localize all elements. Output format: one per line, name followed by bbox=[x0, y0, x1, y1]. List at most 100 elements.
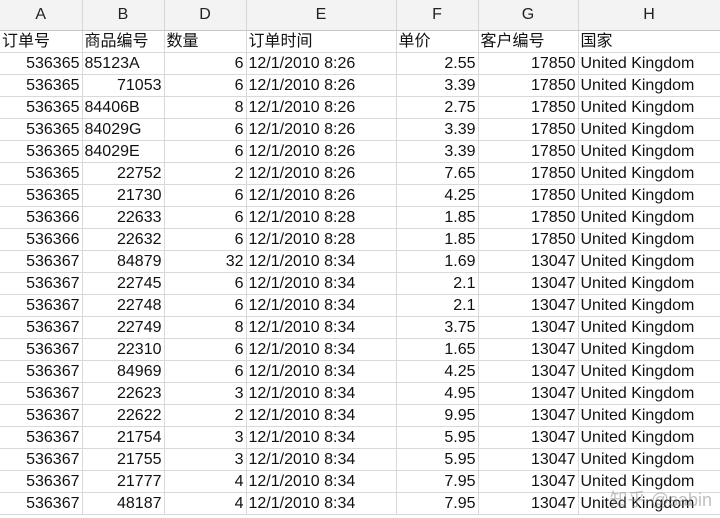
cell-order-time[interactable]: 12/1/2010 8:34 bbox=[246, 272, 397, 295]
cell-unit-price[interactable]: 4.25 bbox=[396, 360, 479, 383]
cell-order-time[interactable]: 12/1/2010 8:26 bbox=[246, 184, 397, 207]
cell-unit-price[interactable]: 7.95 bbox=[396, 470, 479, 493]
cell-order-id[interactable]: 536365 bbox=[0, 52, 83, 75]
cell-product-code[interactable]: 21777 bbox=[82, 470, 165, 493]
cell-order-time[interactable]: 12/1/2010 8:34 bbox=[246, 426, 397, 449]
cell-product-code[interactable]: 22310 bbox=[82, 338, 165, 361]
cell-order-time[interactable]: 12/1/2010 8:34 bbox=[246, 360, 397, 383]
cell-customer-id[interactable]: 13047 bbox=[478, 338, 579, 361]
cell-order-time[interactable]: 12/1/2010 8:26 bbox=[246, 140, 397, 163]
cell-unit-price[interactable]: 2.55 bbox=[396, 52, 479, 75]
cell-customer-id[interactable]: 13047 bbox=[478, 272, 579, 295]
cell-unit-price[interactable]: 1.65 bbox=[396, 338, 479, 361]
cell-order-time[interactable]: 12/1/2010 8:26 bbox=[246, 96, 397, 119]
cell-product-code[interactable]: 84029G bbox=[82, 118, 165, 141]
cell-quantity[interactable]: 数量 bbox=[164, 30, 247, 53]
cell-country[interactable]: United Kingdom bbox=[578, 184, 720, 207]
cell-product-code[interactable]: 22748 bbox=[82, 294, 165, 317]
cell-order-id[interactable]: 536366 bbox=[0, 228, 83, 251]
cell-quantity[interactable]: 8 bbox=[164, 96, 247, 119]
cell-customer-id[interactable]: 17850 bbox=[478, 52, 579, 75]
cell-unit-price[interactable]: 3.39 bbox=[396, 74, 479, 97]
cell-order-time[interactable]: 12/1/2010 8:34 bbox=[246, 470, 397, 493]
cell-order-id[interactable]: 536367 bbox=[0, 492, 83, 515]
cell-unit-price[interactable]: 2.1 bbox=[396, 294, 479, 317]
cell-customer-id[interactable]: 17850 bbox=[478, 118, 579, 141]
cell-order-time[interactable]: 12/1/2010 8:26 bbox=[246, 52, 397, 75]
cell-order-id[interactable]: 536367 bbox=[0, 338, 83, 361]
cell-quantity[interactable]: 6 bbox=[164, 52, 247, 75]
cell-order-id[interactable]: 536367 bbox=[0, 404, 83, 427]
column-header-b[interactable]: B bbox=[82, 0, 165, 31]
cell-order-id[interactable]: 536365 bbox=[0, 74, 83, 97]
cell-customer-id[interactable]: 13047 bbox=[478, 470, 579, 493]
cell-quantity[interactable]: 2 bbox=[164, 162, 247, 185]
cell-country[interactable]: United Kingdom bbox=[578, 294, 720, 317]
cell-product-code[interactable]: 商品编号 bbox=[82, 30, 165, 53]
cell-order-time[interactable]: 12/1/2010 8:26 bbox=[246, 162, 397, 185]
cell-quantity[interactable]: 4 bbox=[164, 470, 247, 493]
cell-order-id[interactable]: 536367 bbox=[0, 382, 83, 405]
cell-order-id[interactable]: 536365 bbox=[0, 162, 83, 185]
column-header-d[interactable]: D bbox=[164, 0, 247, 31]
cell-order-time[interactable]: 12/1/2010 8:26 bbox=[246, 74, 397, 97]
cell-country[interactable]: United Kingdom bbox=[578, 250, 720, 273]
cell-unit-price[interactable]: 2.1 bbox=[396, 272, 479, 295]
cell-country[interactable]: United Kingdom bbox=[578, 118, 720, 141]
column-header-e[interactable]: E bbox=[246, 0, 397, 31]
cell-unit-price[interactable]: 3.75 bbox=[396, 316, 479, 339]
cell-customer-id[interactable]: 17850 bbox=[478, 184, 579, 207]
cell-order-time[interactable]: 12/1/2010 8:26 bbox=[246, 118, 397, 141]
cell-order-id[interactable]: 536367 bbox=[0, 448, 83, 471]
cell-unit-price[interactable]: 3.39 bbox=[396, 140, 479, 163]
cell-quantity[interactable]: 32 bbox=[164, 250, 247, 273]
cell-order-id[interactable]: 536365 bbox=[0, 118, 83, 141]
cell-country[interactable]: United Kingdom bbox=[578, 162, 720, 185]
cell-order-time[interactable]: 12/1/2010 8:34 bbox=[246, 294, 397, 317]
cell-country[interactable]: United Kingdom bbox=[578, 228, 720, 251]
cell-product-code[interactable]: 85123A bbox=[82, 52, 165, 75]
cell-customer-id[interactable]: 17850 bbox=[478, 162, 579, 185]
column-header-g[interactable]: G bbox=[478, 0, 579, 31]
cell-order-time[interactable]: 12/1/2010 8:34 bbox=[246, 492, 397, 515]
cell-quantity[interactable]: 6 bbox=[164, 118, 247, 141]
cell-country[interactable]: United Kingdom bbox=[578, 426, 720, 449]
cell-order-time[interactable]: 12/1/2010 8:34 bbox=[246, 250, 397, 273]
cell-order-time[interactable]: 12/1/2010 8:28 bbox=[246, 228, 397, 251]
cell-product-code[interactable]: 22622 bbox=[82, 404, 165, 427]
cell-product-code[interactable]: 84029E bbox=[82, 140, 165, 163]
cell-country[interactable]: United Kingdom bbox=[578, 206, 720, 229]
cell-customer-id[interactable]: 17850 bbox=[478, 228, 579, 251]
cell-unit-price[interactable]: 4.25 bbox=[396, 184, 479, 207]
cell-country[interactable]: 国家 bbox=[578, 30, 720, 53]
cell-product-code[interactable]: 22752 bbox=[82, 162, 165, 185]
cell-country[interactable]: United Kingdom bbox=[578, 96, 720, 119]
cell-country[interactable]: United Kingdom bbox=[578, 316, 720, 339]
cell-order-time[interactable]: 12/1/2010 8:34 bbox=[246, 382, 397, 405]
cell-unit-price[interactable]: 1.85 bbox=[396, 206, 479, 229]
cell-quantity[interactable]: 8 bbox=[164, 316, 247, 339]
cell-order-id[interactable]: 536365 bbox=[0, 184, 83, 207]
cell-order-id[interactable]: 536367 bbox=[0, 250, 83, 273]
cell-customer-id[interactable]: 客户编号 bbox=[478, 30, 579, 53]
cell-customer-id[interactable]: 13047 bbox=[478, 426, 579, 449]
cell-order-time[interactable]: 12/1/2010 8:34 bbox=[246, 338, 397, 361]
column-header-f[interactable]: F bbox=[396, 0, 479, 31]
cell-customer-id[interactable]: 13047 bbox=[478, 294, 579, 317]
cell-quantity[interactable]: 4 bbox=[164, 492, 247, 515]
cell-unit-price[interactable]: 3.39 bbox=[396, 118, 479, 141]
cell-unit-price[interactable]: 7.95 bbox=[396, 492, 479, 515]
cell-order-time[interactable]: 订单时间 bbox=[246, 30, 397, 53]
cell-product-code[interactable]: 84969 bbox=[82, 360, 165, 383]
cell-country[interactable]: United Kingdom bbox=[578, 52, 720, 75]
cell-customer-id[interactable]: 17850 bbox=[478, 74, 579, 97]
cell-unit-price[interactable]: 单价 bbox=[396, 30, 479, 53]
cell-customer-id[interactable]: 17850 bbox=[478, 96, 579, 119]
cell-order-id[interactable]: 536367 bbox=[0, 426, 83, 449]
cell-unit-price[interactable]: 7.65 bbox=[396, 162, 479, 185]
cell-order-id[interactable]: 订单号 bbox=[0, 30, 83, 53]
cell-product-code[interactable]: 21755 bbox=[82, 448, 165, 471]
cell-product-code[interactable]: 22633 bbox=[82, 206, 165, 229]
cell-order-time[interactable]: 12/1/2010 8:28 bbox=[246, 206, 397, 229]
cell-product-code[interactable]: 22623 bbox=[82, 382, 165, 405]
